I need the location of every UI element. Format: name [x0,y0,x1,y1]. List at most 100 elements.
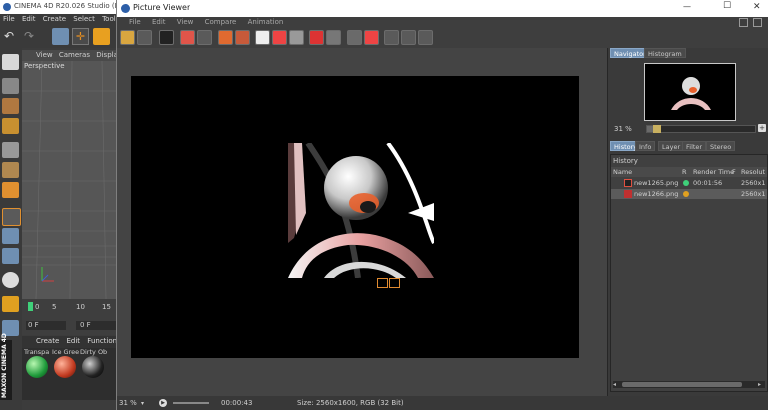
s-tool-icon[interactable] [2,272,19,288]
film-strip-icon[interactable] [159,30,174,45]
material-menu-create[interactable]: Create [36,337,59,345]
column-r[interactable]: R [682,167,687,177]
tab-histogram[interactable]: Histogram [644,48,686,58]
mouse-icon[interactable] [2,228,19,244]
ab-compare-icon[interactable] [309,30,324,45]
column-resolution[interactable]: Resolut [741,167,765,177]
play-icon[interactable]: ▶ [159,399,167,407]
material-label-transpa: Transpa [24,348,50,356]
viewer-toolbar [117,28,768,48]
close-button[interactable]: ✕ [753,2,761,12]
row-name: new1265.png [634,179,679,187]
navigator-zoom-handle[interactable] [653,125,661,133]
material-ice-green-swatch[interactable] [54,356,76,378]
viewer-menu-view[interactable]: View [177,18,194,26]
timeline-scrubber[interactable] [173,402,209,404]
navigator-preview[interactable] [644,63,736,121]
viewer-menu-edit[interactable]: Edit [152,18,166,26]
scroll-left-icon[interactable]: ◂ [613,381,620,388]
perspective-viewport[interactable]: Perspective [22,61,118,299]
render-queue-icon[interactable] [218,30,233,45]
grid-icon[interactable] [2,118,19,134]
snap-icon[interactable] [2,248,19,264]
render-settings-icon[interactable] [235,30,250,45]
render-status-dot [683,180,689,186]
current-frame-field[interactable]: 0 F [76,321,116,330]
render-bucket-left [377,278,388,288]
c4d-menu-create[interactable]: Create [43,15,66,23]
column-name[interactable]: Name [613,167,632,177]
save-file-icon[interactable] [137,30,152,45]
select-tool-icon[interactable] [52,28,69,45]
render-view-icon[interactable] [2,54,19,70]
tab-stereo[interactable]: Stereo [706,141,736,151]
snapshot-a-icon[interactable] [347,30,362,45]
viewport-menu-display[interactable]: Display [96,51,118,59]
c4d-menu-select[interactable]: Select [73,15,95,23]
snapshot-b-icon[interactable] [364,30,379,45]
timeline-playhead[interactable] [28,302,33,311]
checker-icon[interactable] [2,98,19,114]
compare-b-icon[interactable] [272,30,287,45]
material-menu-function[interactable]: Function [87,337,117,345]
viewer-side-panel: Navigator Histogram 31 % + History Info … [607,48,768,396]
timeline-tick-0: 0 [35,303,40,311]
open-file-icon[interactable] [120,30,135,45]
viewer-menu-file[interactable]: File [129,18,141,26]
axis-icon[interactable] [2,208,21,226]
undo-icon[interactable]: ↶ [4,29,20,44]
magnet-icon[interactable] [2,296,19,312]
tab-layer[interactable]: Layer [658,141,685,151]
history-row[interactable]: new1265.png 00:01:56 2560x1 [611,178,767,188]
viewer-menu-animation[interactable]: Animation [248,18,284,26]
zoom-dropdown-icon[interactable]: ▾ [141,400,144,407]
render-active-icon[interactable] [197,30,212,45]
points-icon[interactable] [2,182,19,198]
compare-a-icon[interactable] [255,30,270,45]
status-zoom[interactable]: 31 % [119,399,137,407]
viewer-menu-compare[interactable]: Compare [205,18,237,26]
navigator-zoom-row: 31 % + [608,123,768,135]
image-canvas[interactable] [117,48,607,396]
viewport-menu-cameras[interactable]: Cameras [59,51,90,59]
c4d-menu-edit[interactable]: Edit [22,15,36,23]
scroll-thumb[interactable] [622,382,742,387]
material-transpa-swatch[interactable] [26,356,48,378]
scroll-right-icon[interactable]: ▸ [758,381,765,388]
render-region-icon[interactable] [180,30,195,45]
layout-2-icon[interactable] [401,30,416,45]
layout-3-icon[interactable] [418,30,433,45]
scale-tool-icon[interactable] [93,28,110,45]
difference-icon[interactable] [326,30,341,45]
panel-menu-icon[interactable] [753,18,762,27]
object-icon[interactable] [2,162,19,178]
cube-icon[interactable] [2,78,19,94]
timeline[interactable]: 0 5 10 15 0 F 0 F [22,299,118,335]
pin-icon[interactable] [739,18,748,27]
zoom-plus-icon[interactable]: + [758,124,766,132]
maximize-button[interactable]: ☐ [723,1,731,11]
row-render-time: 00:01:56 [693,179,723,187]
material-dirty-swatch[interactable] [82,356,104,378]
compare-c-icon[interactable] [289,30,304,45]
layout-1-icon[interactable] [384,30,399,45]
viewport-menu-view[interactable]: View [36,51,53,59]
material-menu-edit[interactable]: Edit [67,337,81,345]
start-frame-field[interactable]: 0 F [26,321,66,330]
column-f[interactable]: F [732,167,736,177]
tab-info[interactable]: Info [635,141,656,151]
render-image-area[interactable] [131,76,579,358]
move-tool-icon[interactable]: ✛ [72,28,89,45]
c4d-menu-file[interactable]: File [3,15,15,23]
minimize-button[interactable]: — [683,2,691,11]
history-row[interactable]: new1266.png 2560x1 [611,189,767,199]
c4d-logo-icon [3,3,11,11]
model-icon[interactable] [2,142,19,158]
navigator-zoom-slider[interactable] [646,125,756,133]
picture-viewer-window: Picture Viewer — ☐ ✕ File Edit View Comp… [116,0,768,410]
history-horizontal-scrollbar[interactable]: ◂ ▸ [613,381,765,388]
tab-filter[interactable]: Filter [682,141,707,151]
redo-icon[interactable]: ↷ [24,29,40,44]
navigator-thumbnail [671,77,711,110]
column-render-time[interactable]: Render Time [693,167,734,177]
